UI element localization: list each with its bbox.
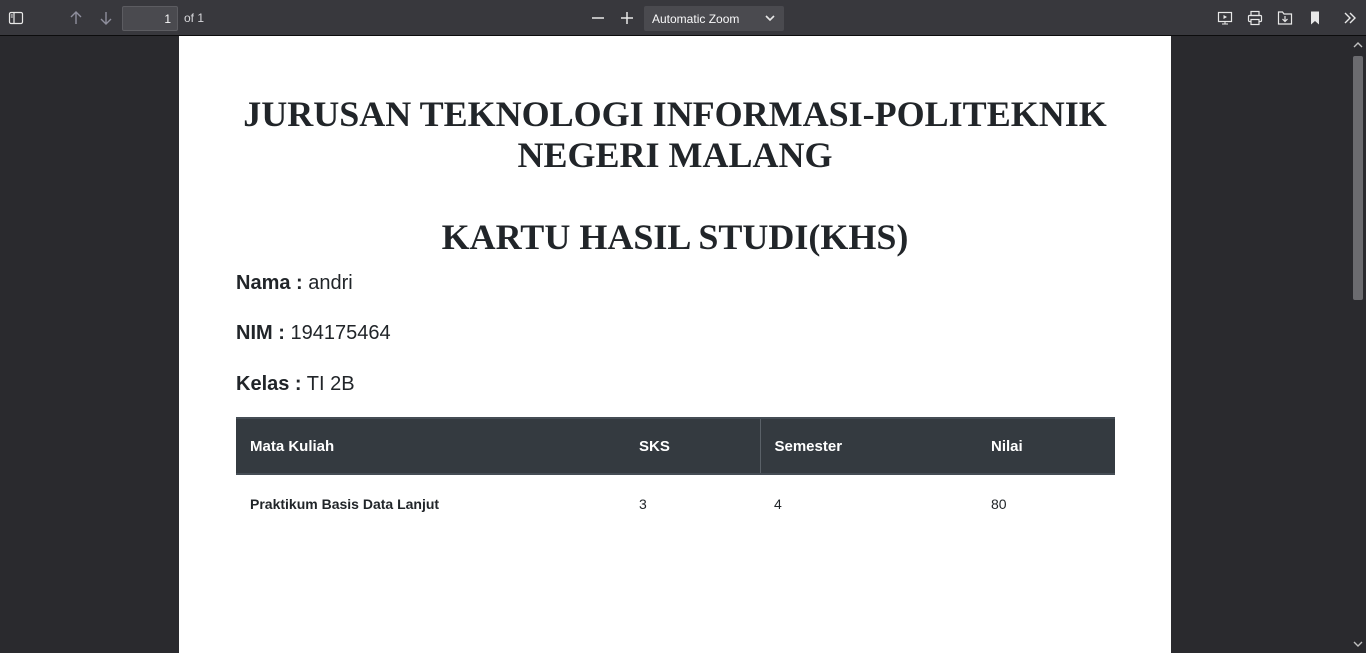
double-chevron-right-icon[interactable] bbox=[1338, 6, 1362, 30]
minus-icon[interactable] bbox=[586, 6, 610, 30]
scrollbar-thumb[interactable] bbox=[1353, 56, 1363, 300]
cell-sks: 3 bbox=[639, 496, 647, 512]
chevron-down-icon bbox=[765, 15, 775, 22]
cell-mata-kuliah: Praktikum Basis Data Lanjut bbox=[250, 496, 440, 512]
zoom-select[interactable]: Automatic Zoom bbox=[644, 6, 784, 31]
column-header-nilai: Nilai bbox=[977, 417, 1115, 475]
field-label: NIM : bbox=[236, 322, 285, 344]
zoom-select-value: Automatic Zoom bbox=[652, 12, 740, 26]
column-header-sks: SKS bbox=[625, 417, 761, 475]
document-title-line1: JURUSAN TEKNOLOGI INFORMASI-POLITEKNIK bbox=[243, 94, 1107, 134]
page-number-input[interactable] bbox=[122, 6, 178, 31]
bookmark-icon[interactable] bbox=[1303, 6, 1327, 30]
download-icon[interactable] bbox=[1273, 6, 1297, 30]
document-viewer: JURUSAN TEKNOLOGI INFORMASI-POLITEKNIK N… bbox=[0, 36, 1366, 653]
column-header-mata-kuliah: Mata Kuliah bbox=[236, 417, 625, 475]
field-nama: Nama : andri bbox=[236, 272, 353, 295]
document-subtitle: KARTU HASIL STUDI(KHS) bbox=[441, 217, 909, 257]
print-icon[interactable] bbox=[1243, 6, 1267, 30]
field-value: 194175464 bbox=[290, 322, 391, 344]
arrow-down-icon[interactable] bbox=[94, 6, 118, 30]
table-row: Praktikum Basis Data Lanjut 3 4 80 bbox=[236, 474, 1115, 533]
field-value: TI 2B bbox=[306, 373, 355, 395]
sidebar-toggle-icon[interactable] bbox=[4, 6, 28, 30]
arrow-up-icon[interactable] bbox=[64, 6, 88, 30]
vertical-scrollbar[interactable] bbox=[1349, 36, 1366, 653]
scroll-down-icon[interactable] bbox=[1353, 639, 1363, 649]
field-label: Kelas : bbox=[236, 373, 302, 395]
field-nim: NIM : 194175464 bbox=[236, 322, 391, 345]
pdf-page: JURUSAN TEKNOLOGI INFORMASI-POLITEKNIK N… bbox=[179, 36, 1171, 653]
field-kelas: Kelas : TI 2B bbox=[236, 373, 355, 396]
cell-nilai: 80 bbox=[991, 496, 1007, 512]
plus-icon[interactable] bbox=[615, 6, 639, 30]
cell-semester: 4 bbox=[774, 496, 782, 512]
khs-table: Mata Kuliah SKS Semester Nilai Praktikum… bbox=[236, 417, 1115, 533]
table-header-row: Mata Kuliah SKS Semester Nilai bbox=[236, 417, 1115, 475]
scroll-up-icon[interactable] bbox=[1353, 40, 1363, 50]
document-title: JURUSAN TEKNOLOGI INFORMASI-POLITEKNIK N… bbox=[179, 94, 1171, 176]
field-value: andri bbox=[308, 272, 353, 294]
pdf-toolbar: of 1 Automatic Zoom bbox=[0, 0, 1366, 36]
presentation-mode-icon[interactable] bbox=[1213, 6, 1237, 30]
field-label: Nama : bbox=[236, 272, 303, 294]
column-header-semester: Semester bbox=[760, 417, 977, 475]
page-count-label: of 1 bbox=[184, 11, 205, 25]
document-title-line2: NEGERI MALANG bbox=[517, 135, 833, 175]
